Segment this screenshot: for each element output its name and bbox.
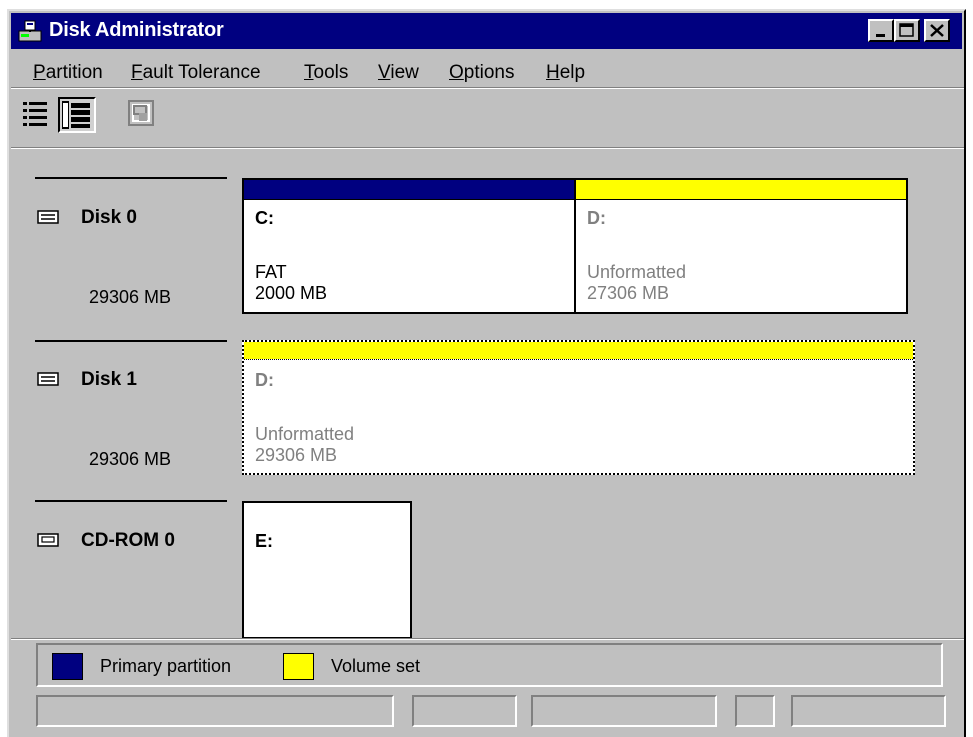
disk-0-separator: [35, 177, 227, 179]
menu-separator: [11, 87, 964, 89]
properties-button[interactable]: [125, 97, 163, 133]
menu-help[interactable]: Help: [546, 62, 585, 84]
title-bar[interactable]: Disk Administrator: [11, 13, 962, 49]
partition-c-filesystem: FAT: [255, 262, 287, 282]
minimize-button[interactable]: [868, 19, 894, 42]
minimize-icon: [876, 34, 885, 37]
status-pane-3: [531, 695, 717, 727]
legend-volume-set-label: Volume set: [331, 656, 421, 676]
legend-bar: Primary partition Volume set: [36, 643, 943, 687]
disk-1-label: Disk 1: [81, 369, 137, 390]
menu-view[interactable]: View: [378, 62, 419, 84]
menu-options[interactable]: Options: [449, 62, 514, 84]
maximize-button[interactable]: [894, 19, 920, 42]
hard-disk-icon: [37, 210, 59, 224]
partition-e-drive: E:: [255, 531, 273, 551]
window-title: Disk Administrator: [49, 19, 224, 41]
menu-bar: Partition Fault Tolerance Tools View Opt…: [11, 51, 962, 87]
toolbar-separator: [11, 147, 964, 149]
menu-partition[interactable]: Partition: [33, 62, 103, 84]
primary-partition-swatch: [52, 653, 83, 680]
partition-d-filesystem: Unformatted: [587, 262, 687, 282]
partition-c-size: 2000 MB: [255, 283, 328, 303]
status-pane-2: [412, 695, 517, 727]
status-pane-1: [36, 695, 394, 727]
status-pane-5: [791, 695, 946, 727]
disk-1-separator: [35, 340, 227, 342]
cdrom-0-separator: [35, 500, 227, 502]
hard-disk-icon: [37, 372, 59, 386]
list-view-icon: [23, 102, 47, 126]
disk-configuration-view-button[interactable]: [58, 97, 96, 133]
disk-0-size: 29306 MB: [89, 287, 172, 307]
volume-set-band: [576, 180, 906, 199]
partition-d-disk1-selected[interactable]: D: Unformatted 29306 MB: [242, 340, 915, 475]
close-icon: [930, 24, 944, 37]
partition-c[interactable]: C: FAT 2000 MB: [242, 178, 576, 314]
close-button[interactable]: [924, 19, 950, 42]
partition-c-drive: C:: [255, 208, 274, 228]
maximize-icon: [899, 23, 914, 37]
cdrom-drive-icon: [37, 533, 59, 547]
detail-view-icon: [62, 101, 90, 129]
menu-fault-tolerance[interactable]: Fault Tolerance: [131, 62, 261, 84]
disk-administrator-app-icon[interactable]: [17, 18, 43, 44]
partition-d-drive: D:: [255, 370, 274, 390]
volume-set-swatch: [283, 653, 314, 680]
menu-tools[interactable]: Tools: [304, 62, 348, 84]
partition-d-filesystem: Unformatted: [255, 424, 355, 444]
partition-d-size: 29306 MB: [255, 445, 338, 465]
cdrom-0-label: CD-ROM 0: [81, 530, 175, 551]
legend-primary-label: Primary partition: [100, 656, 232, 676]
partition-d-drive: D:: [587, 208, 606, 228]
partition-e[interactable]: E:: [242, 501, 412, 639]
disk-administrator-window: Disk Administrator Partition Fault Toler…: [7, 9, 966, 737]
partition-d-size: 27306 MB: [587, 283, 670, 303]
legend-separator: [11, 638, 964, 640]
status-pane-4: [735, 695, 775, 727]
disk-0-label: Disk 0: [81, 207, 137, 228]
primary-partition-band: [244, 180, 574, 199]
properties-icon: [128, 100, 154, 126]
volumes-view-button[interactable]: [19, 97, 57, 133]
disk-1-size: 29306 MB: [89, 449, 172, 469]
partition-d-disk0[interactable]: D: Unformatted 27306 MB: [574, 178, 908, 314]
volume-set-band: [244, 342, 913, 359]
